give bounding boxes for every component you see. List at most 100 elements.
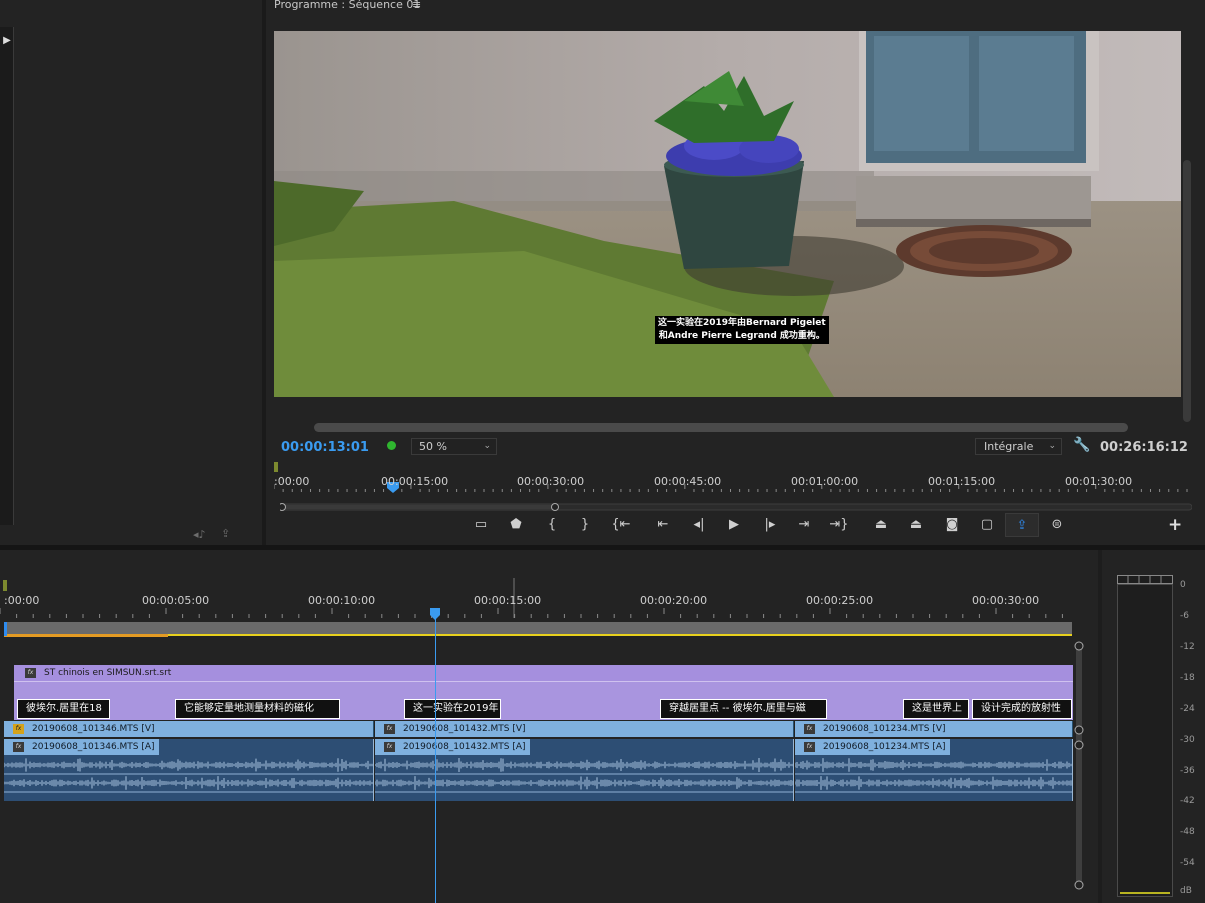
video-clip[interactable]: fx 20190608_101432.MTS [V] bbox=[375, 721, 794, 737]
comment-icon[interactable]: ▢ bbox=[975, 513, 999, 537]
audio-waveform bbox=[795, 758, 1072, 793]
audio-clip-name: 20190608_101234.MTS [A] bbox=[823, 742, 946, 752]
meter-peak-indicators[interactable] bbox=[1117, 575, 1173, 584]
audio-icon[interactable]: ◂♪ bbox=[193, 528, 206, 541]
monitor-time-ruler[interactable]: :00:00 00:00:15:00 00:00:30:00 00:00:45:… bbox=[274, 460, 1194, 494]
fx-icon: fx bbox=[384, 724, 395, 734]
fx-icon: fx bbox=[804, 742, 815, 752]
db-label: -36 bbox=[1180, 766, 1195, 776]
db-label: -24 bbox=[1180, 704, 1195, 714]
subtitle-line-1: 这一实验在2019年由Bernard Pigelet bbox=[658, 318, 826, 328]
audio-clip[interactable]: fx 20190608_101346.MTS [A] bbox=[4, 739, 374, 801]
subtitle-track-name: ST chinois en SIMSUN.srt.srt bbox=[44, 668, 172, 678]
duration-timecode: 00:26:16:12 bbox=[1100, 440, 1188, 455]
db-label: dB bbox=[1180, 886, 1192, 896]
export-icon[interactable]: ⇪ bbox=[1005, 513, 1039, 537]
fx-icon: fx bbox=[25, 668, 36, 678]
ruler-label: 00:01:15:00 bbox=[928, 475, 996, 488]
audio-clip-name: 20190608_101432.MTS [A] bbox=[403, 742, 526, 752]
settings-wrench-icon[interactable]: 🔧 bbox=[1073, 437, 1090, 453]
video-clip[interactable]: fx 20190608_101346.MTS [V] bbox=[4, 721, 374, 737]
chevron-down-icon: ⌄ bbox=[1048, 441, 1056, 451]
db-label: -42 bbox=[1180, 796, 1195, 806]
ruler-label: 00:00:20:00 bbox=[640, 594, 708, 607]
zoom-scrollbar-graphic bbox=[278, 503, 1193, 511]
audio-clip-name: 20190608_101346.MTS [A] bbox=[32, 742, 155, 752]
monitor-zoom-scrollbar[interactable] bbox=[278, 496, 1193, 511]
audio-clip-label: fx 20190608_101346.MTS [A] bbox=[4, 739, 159, 755]
step-forward-frame-icon[interactable]: |▸ bbox=[758, 513, 782, 537]
ruler-label: 00:00:15:00 bbox=[474, 594, 542, 607]
export-frame-icon[interactable]: ◙ bbox=[940, 513, 964, 537]
ruler-label: 00:00:30:00 bbox=[972, 594, 1040, 607]
playhead-line bbox=[435, 612, 436, 903]
render-status-bar-partial bbox=[4, 634, 168, 637]
subtitle-clip-header[interactable] bbox=[14, 665, 1073, 682]
go-to-in-icon[interactable]: {⇤ bbox=[609, 513, 633, 537]
ruler-label: 00:00:45:00 bbox=[654, 475, 722, 488]
db-label: 0 bbox=[1180, 580, 1186, 590]
play-icon[interactable]: ▶ bbox=[722, 513, 746, 537]
go-to-out-icon[interactable]: ⇥} bbox=[827, 513, 851, 537]
mark-out-icon[interactable]: } bbox=[573, 513, 597, 537]
playhead-timecode[interactable]: 00:00:13:01 bbox=[281, 440, 369, 455]
audio-waveform bbox=[375, 758, 793, 793]
add-button-icon[interactable]: + bbox=[1168, 515, 1182, 535]
zoom-level-dropdown[interactable]: 50 % ⌄ bbox=[411, 438, 497, 455]
video-subtitle: 这一实验在2019年由Bernard Pigelet 和Andre Pierre… bbox=[655, 316, 829, 344]
fx-icon: fx bbox=[384, 742, 395, 752]
ruler-label: :00:00 bbox=[4, 594, 40, 607]
ruler-label: 00:00:25:00 bbox=[806, 594, 874, 607]
timeline-time-ruler[interactable]: :00:00 00:00:05:00 00:00:10:00 00:00:15:… bbox=[0, 578, 1072, 621]
db-label: -18 bbox=[1180, 673, 1195, 683]
playback-resolution-dropdown[interactable]: Intégrale ⌄ bbox=[975, 438, 1062, 455]
vr-icon[interactable]: ⊜ bbox=[1045, 513, 1069, 537]
timeline-vertical-scrollbar[interactable] bbox=[1073, 640, 1085, 892]
project-panel bbox=[0, 0, 262, 545]
ruler-label: 00:01:00:00 bbox=[791, 475, 859, 488]
project-panel-list bbox=[0, 27, 14, 525]
monitor-horizontal-scrollbar[interactable] bbox=[314, 423, 1128, 432]
video-clip[interactable]: fx 20190608_101234.MTS [V] bbox=[795, 721, 1073, 737]
extract-icon[interactable]: ⏏ bbox=[904, 513, 928, 537]
step-back-frame-icon[interactable]: ◂| bbox=[687, 513, 711, 537]
audio-clip-label: fx 20190608_101234.MTS [A] bbox=[795, 739, 950, 755]
monitor-vertical-scrollbar[interactable] bbox=[1183, 160, 1191, 422]
program-monitor-title[interactable]: Programme : Séquence 01 bbox=[274, 0, 420, 13]
video-clip-name: 20190608_101346.MTS [V] bbox=[32, 724, 155, 734]
ruler-label: 00:00:10:00 bbox=[308, 594, 376, 607]
mark-in-icon[interactable]: { bbox=[540, 513, 564, 537]
playback-resolution-value: Intégrale bbox=[984, 440, 1034, 453]
add-marker-icon[interactable]: ⬟ bbox=[504, 513, 528, 537]
ruler-label: 00:00:05:00 bbox=[142, 594, 210, 607]
in-point-marker bbox=[4, 622, 7, 636]
step-forward-icon[interactable]: ⇥ bbox=[792, 513, 816, 537]
meter-level bbox=[1120, 892, 1170, 894]
subtitle-clip[interactable]: 设计完成的放射性 bbox=[972, 699, 1072, 719]
expand-arrow-icon[interactable]: ▶ bbox=[0, 30, 14, 52]
subtitle-clip[interactable]: 这一实验在2019年 bbox=[404, 699, 501, 719]
audio-clip[interactable]: fx 20190608_101234.MTS [A] bbox=[795, 739, 1073, 801]
audio-clip[interactable]: fx 20190608_101432.MTS [A] bbox=[375, 739, 794, 801]
subtitle-clip[interactable]: 这是世界上 bbox=[903, 699, 969, 719]
status-indicator bbox=[387, 441, 396, 450]
video-clip-name: 20190608_101234.MTS [V] bbox=[823, 724, 946, 734]
audio-meter-bar bbox=[1117, 584, 1173, 897]
lift-icon[interactable]: ⏏ bbox=[869, 513, 893, 537]
subtitle-clip[interactable]: 彼埃尔.居里在18 bbox=[17, 699, 110, 719]
subtitle-clip[interactable]: 它能够定量地测量材料的磁化 bbox=[175, 699, 340, 719]
export-tray-icon[interactable]: ⇪ bbox=[221, 527, 230, 540]
db-label: -6 bbox=[1180, 611, 1189, 621]
safe-margins-icon[interactable]: ▭ bbox=[469, 513, 493, 537]
db-label: -54 bbox=[1180, 858, 1195, 868]
db-label: -12 bbox=[1180, 642, 1195, 652]
db-label: -30 bbox=[1180, 735, 1195, 745]
ruler-label: 00:01:30:00 bbox=[1065, 475, 1133, 488]
panel-menu-icon[interactable]: ≡ bbox=[412, 0, 421, 10]
fx-icon: fx bbox=[804, 724, 815, 734]
fx-icon: fx bbox=[13, 742, 24, 752]
subtitle-clip[interactable]: 穿越居里点 -- 彼埃尔.居里与磁 bbox=[660, 699, 827, 719]
ruler-label: :00:00 bbox=[274, 475, 310, 488]
ruler-label: 00:00:15:00 bbox=[381, 475, 449, 488]
step-back-icon[interactable]: ⇤ bbox=[651, 513, 675, 537]
